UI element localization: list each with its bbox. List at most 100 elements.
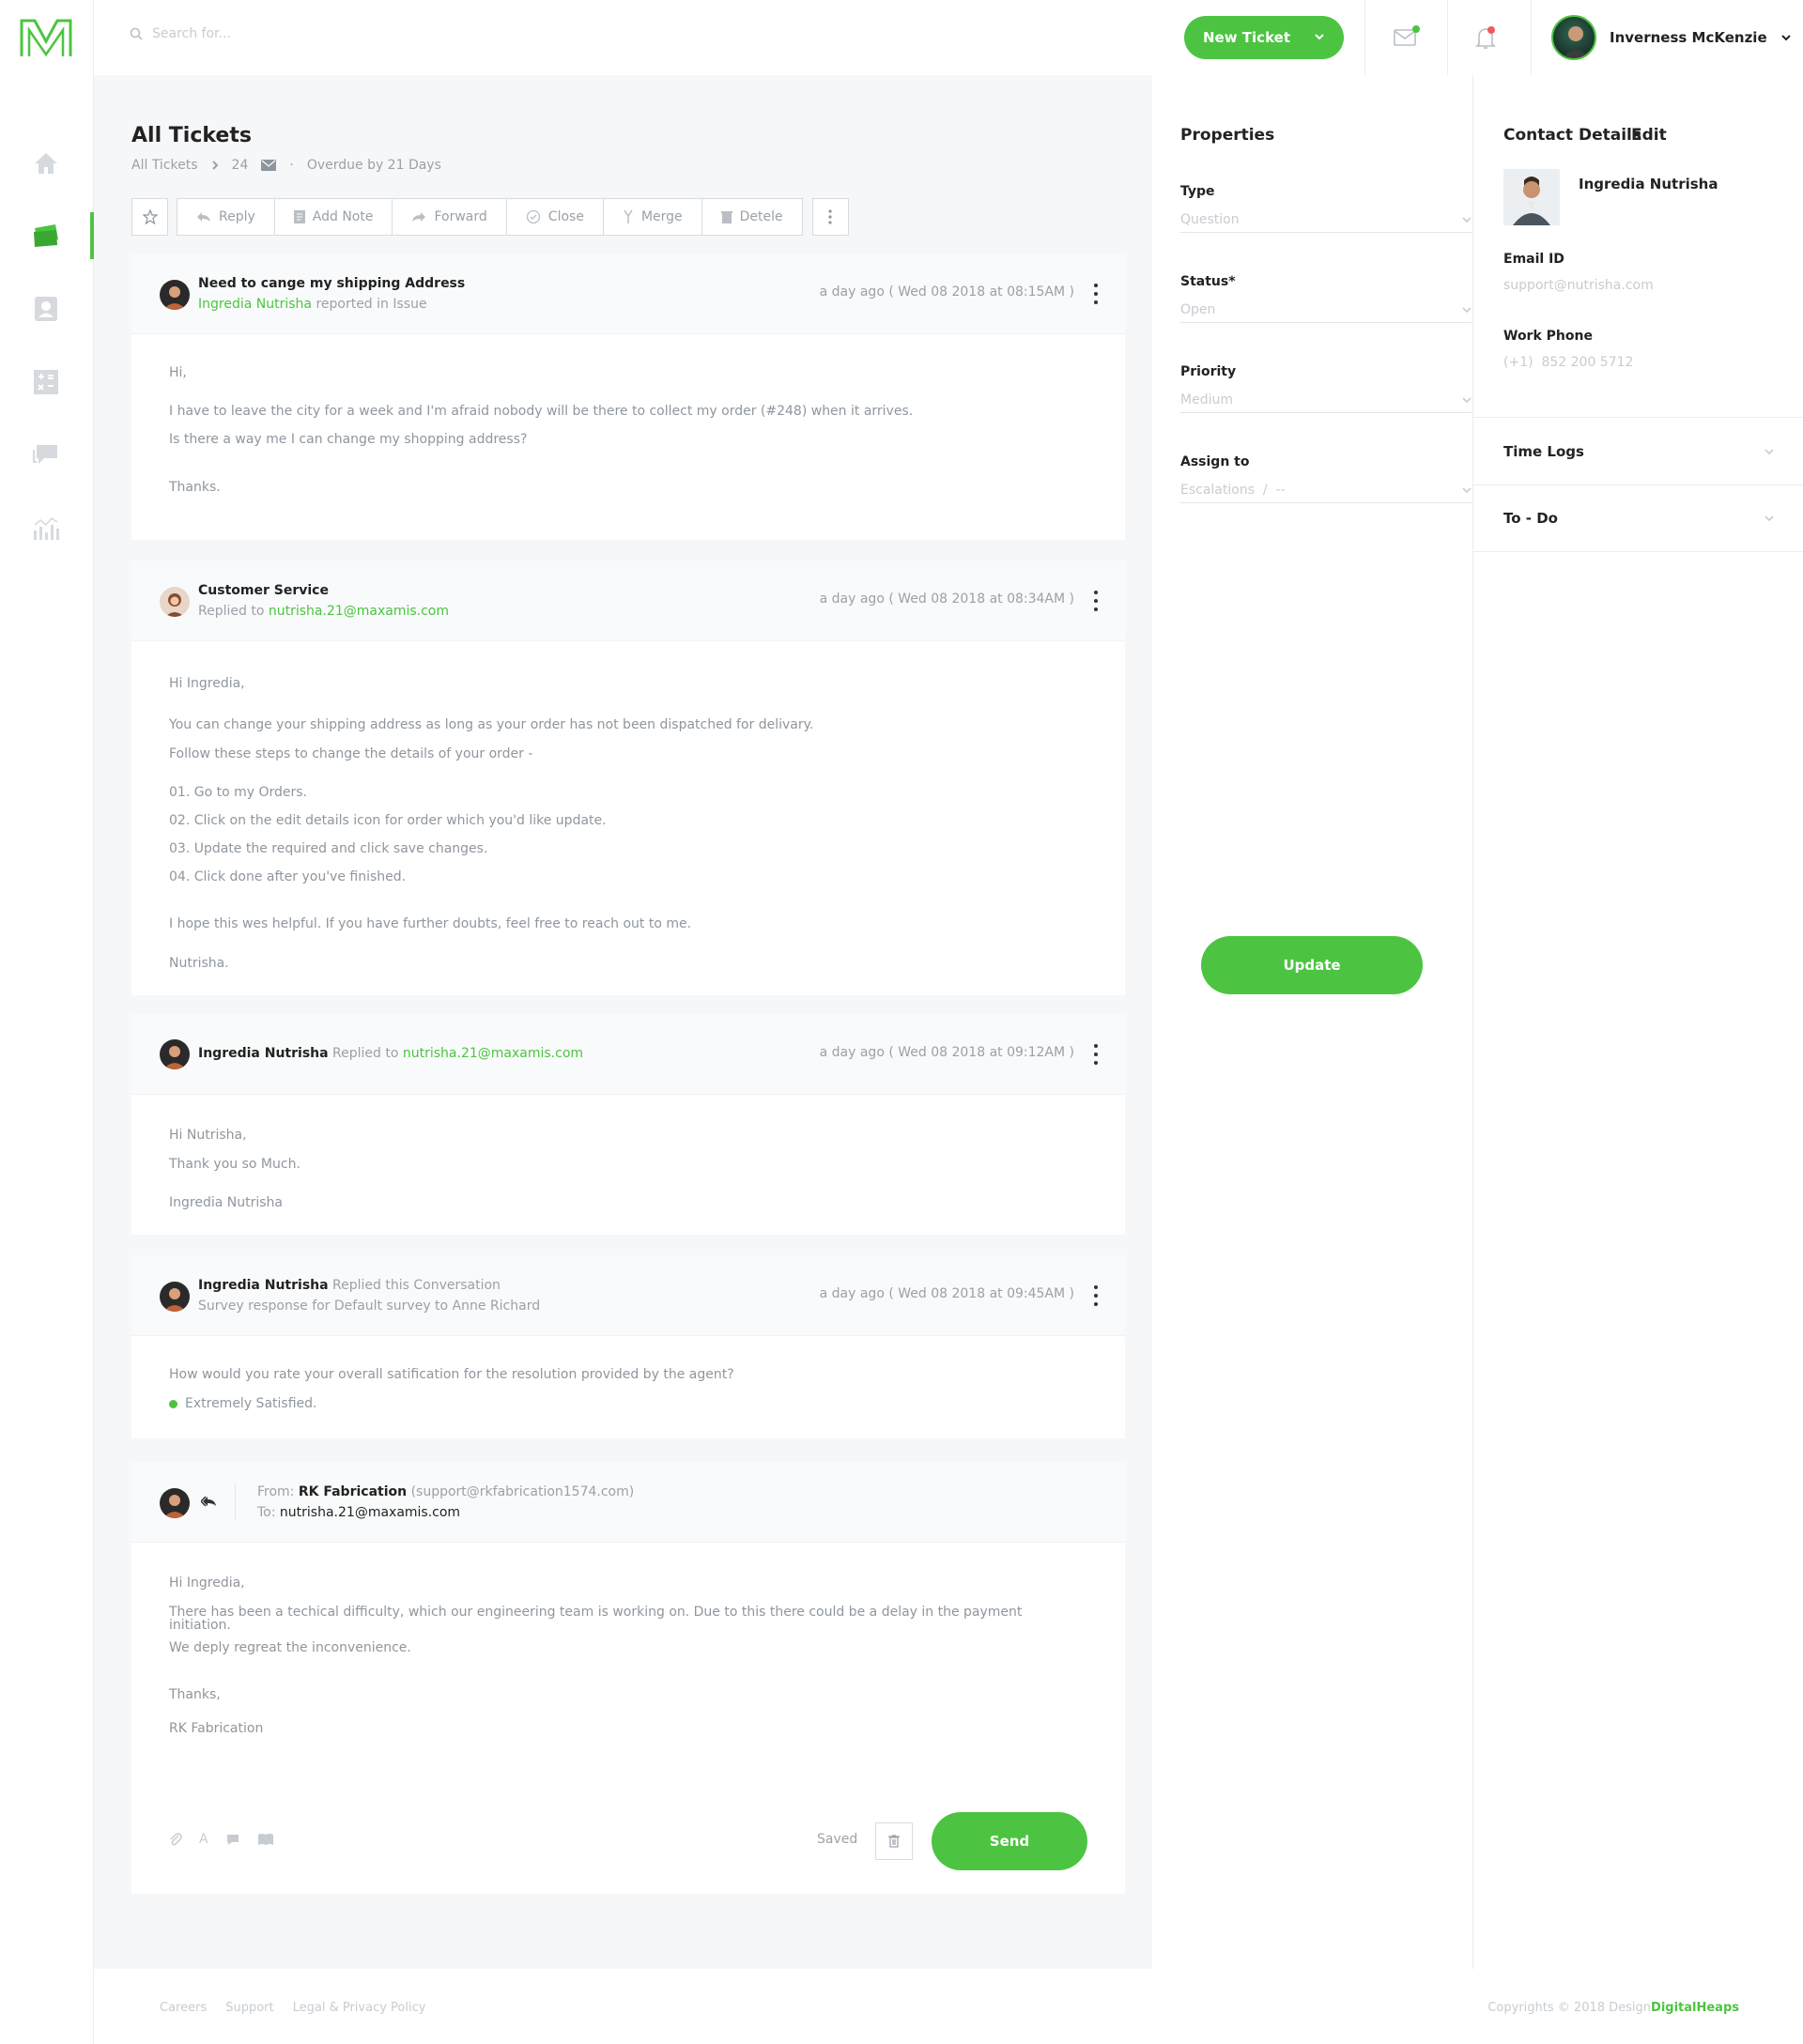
chevron-down-icon [1780,35,1791,41]
bell-icon[interactable] [1472,24,1500,53]
email-label: Email ID [1503,252,1564,267]
more-vertical-icon[interactable] [1093,1044,1099,1065]
composer-line: Thanks, [169,1687,221,1702]
book-icon[interactable] [257,1833,274,1846]
forward-button[interactable]: Forward [393,199,507,235]
delete-button[interactable]: Detele [701,199,802,235]
legal-link[interactable]: Legal & Privacy Policy [293,2001,426,2015]
ticket-main: All Tickets All Tickets 24 · Overdue by … [94,75,1152,1969]
survey-answer-text: Extremely Satisfied. [185,1396,317,1411]
new-ticket-button[interactable]: New Ticket [1184,16,1344,59]
attachment-icon[interactable] [169,1832,182,1847]
header-divider [235,1484,236,1520]
composer-line: Hi Ingredia, [169,1575,245,1591]
search-box[interactable] [130,26,434,41]
nav-integrations[interactable] [28,364,64,400]
from-name: RK Fabrication [298,1484,408,1499]
overdue-text: Overdue by 21 Days [306,158,441,173]
more-vertical-icon[interactable] [1093,1285,1099,1306]
email-value[interactable]: support@nutrisha.com [1503,278,1654,293]
update-button[interactable]: Update [1201,936,1423,994]
assign-select[interactable]: Escalations / -- [1180,481,1472,503]
step-item: 02. Click on the edit details icon for o… [169,813,607,828]
nav-chat[interactable] [28,438,64,473]
close-button[interactable]: Close [506,199,604,235]
message-author[interactable]: Ingredia Nutrisha [198,297,312,312]
nav-reports[interactable] [28,511,64,546]
composer-line: There has been a techical difficulty, wh… [169,1605,1023,1633]
time-logs-section[interactable]: Time Logs [1473,417,1803,484]
message-card: Ingredia Nutrisha Replied to nutrisha.21… [131,1014,1125,1235]
message-line: I hope this wes helpful. If you have fur… [169,916,692,931]
priority-value: Medium [1180,392,1233,407]
to-email[interactable]: nutrisha.21@maxamis.com [280,1505,460,1520]
more-vertical-icon[interactable] [1093,591,1099,611]
message-author: Ingredia Nutrisha [198,1046,329,1061]
search-icon [130,27,143,40]
chevron-down-icon [1315,34,1324,40]
composer-body[interactable]: Hi Ingredia, There has been a techical d… [131,1543,1125,1763]
type-value: Question [1180,211,1240,227]
action-group: Reply Add Note Forward Close Merge Detel… [177,198,803,236]
mail-icon[interactable] [1393,24,1421,53]
message-action: Replied this Conversation [332,1278,501,1293]
merge-label: Merge [640,209,683,224]
support-link[interactable]: Support [225,2001,273,2015]
more-vertical-icon[interactable] [1093,284,1099,304]
contact-title: Contact Details [1503,126,1641,145]
star-button[interactable] [131,198,168,236]
comment-icon[interactable] [225,1833,240,1846]
composer-header: From: RK Fabrication (support@rkfabricat… [131,1462,1125,1543]
time-logs-label: Time Logs [1503,442,1584,460]
message-author: Customer Service [198,583,329,598]
edit-contact-link[interactable]: Edit [1631,126,1667,145]
send-button[interactable]: Send [932,1812,1087,1870]
status-select[interactable]: Open [1180,300,1472,323]
reply-composer: From: RK Fabrication (support@rkfabricat… [131,1462,1125,1894]
chevron-down-icon [1764,515,1774,522]
search-input[interactable] [152,26,434,41]
nav-home[interactable] [28,146,64,181]
type-select[interactable]: Question [1180,210,1472,233]
todo-section[interactable]: To - Do [1473,484,1803,552]
logo-icon[interactable] [19,17,73,58]
message-header: Need to cange my shipping Address Ingred… [131,254,1125,334]
breadcrumb: All Tickets 24 · Overdue by 21 Days [131,158,441,173]
discard-draft-button[interactable] [875,1822,913,1860]
check-circle-icon [526,209,540,224]
status-label: Status* [1180,274,1236,289]
copyright: Copyrights © 2018 DesignDigitalHeaps [1487,2001,1739,2015]
message-time: a day ago ( Wed 08 2018 at 09:12AM ) [819,1045,1074,1060]
add-note-button[interactable]: Add Note [274,199,393,235]
user-menu[interactable]: Inverness McKenzie [1551,15,1792,60]
message-author: Ingredia Nutrisha [198,1278,329,1293]
reply-button[interactable]: Reply [177,199,275,235]
message-header: Customer Service Replied to nutrisha.21@… [131,561,1125,641]
message-line: I have to leave the city for a week and … [169,404,914,419]
merge-icon [624,209,633,223]
reply-all-icon[interactable] [201,1495,218,1508]
careers-link[interactable]: Careers [160,2001,207,2015]
breadcrumb-root[interactable]: All Tickets [131,158,198,173]
breadcrumb-dot: · [289,158,294,173]
avatar [1551,15,1596,60]
delete-label: Detele [739,209,783,224]
survey-question: How would you rate your overall satifica… [169,1367,734,1382]
assign-label: Assign to [1180,454,1250,469]
to-label: To: [257,1505,276,1520]
nav-tickets[interactable] [28,218,64,254]
company-link[interactable]: DigitalHeaps [1651,2001,1739,2015]
chevron-down-icon [1462,216,1472,223]
reply-label: Reply [219,209,255,224]
nav-contacts[interactable] [28,291,64,327]
merge-button[interactable]: Merge [603,199,702,235]
more-actions-button[interactable] [811,198,849,236]
message-subject: Need to cange my shipping Address [198,276,466,291]
message-email[interactable]: nutrisha.21@maxamis.com [269,604,449,619]
trash-icon [720,211,732,223]
font-icon[interactable]: A [199,1832,208,1847]
message-email[interactable]: nutrisha.21@maxamis.com [403,1046,583,1061]
composer-line: We deply regreat the inconvenience. [169,1640,411,1655]
phone-value[interactable]: (+1) 852 200 5712 [1503,355,1633,370]
priority-select[interactable]: Medium [1180,391,1472,413]
